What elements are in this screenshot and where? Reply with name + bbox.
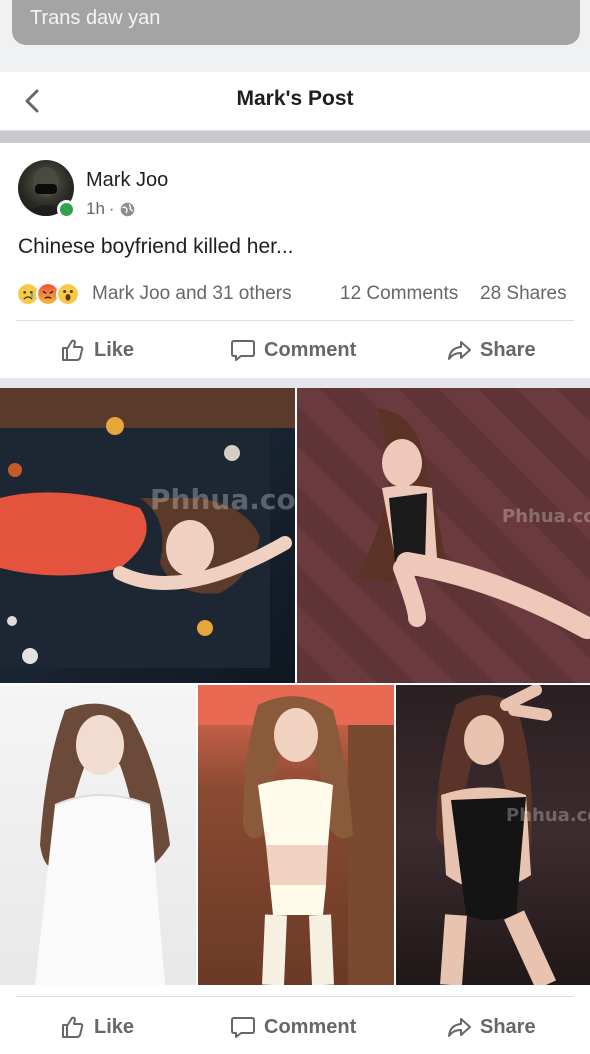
- like-label: Like: [94, 338, 135, 361]
- comment-button[interactable]: Comment: [230, 325, 356, 375]
- photo-3-image: [35, 703, 170, 985]
- shares-count[interactable]: 28 Shares: [480, 283, 567, 305]
- comments-count[interactable]: 12 Comments: [340, 283, 458, 305]
- comment-label: Comment: [264, 1015, 357, 1038]
- reaction-icons: [16, 282, 88, 306]
- action-bar-bottom: Like Comment Share: [0, 1002, 590, 1052]
- share-label: Share: [480, 1015, 536, 1038]
- comment-icon: [231, 340, 255, 361]
- top-input-field[interactable]: Trans daw yan: [12, 0, 580, 45]
- share-button[interactable]: Share: [446, 1002, 536, 1052]
- meta-separator: ·: [108, 199, 115, 218]
- online-status-dot: [57, 200, 76, 219]
- share-icon: [448, 341, 471, 360]
- section-gap: [0, 378, 590, 388]
- reactions-summary[interactable]: Mark Joo and 31 others 12 Comments 28 Sh…: [16, 280, 576, 308]
- watermark: Phhua.com: [150, 483, 295, 516]
- thumbs-up-icon: [62, 339, 84, 361]
- divider: [16, 996, 574, 997]
- share-button[interactable]: Share: [446, 325, 536, 375]
- photo-5[interactable]: Phhua.com: [396, 685, 590, 985]
- photo-5-image: [436, 685, 557, 985]
- section-separator: [0, 131, 590, 143]
- comment-button[interactable]: Comment: [230, 1002, 356, 1052]
- photo-3[interactable]: [0, 685, 196, 985]
- page-title: Mark's Post: [236, 87, 354, 110]
- post-text: Chinese boyfriend killed her...: [18, 235, 294, 258]
- reaction-names[interactable]: Mark Joo and 31 others: [92, 283, 292, 305]
- watermark: Phhua.com: [502, 506, 590, 527]
- photo-1-image: [0, 388, 295, 668]
- thumbs-up-icon: [62, 1016, 84, 1038]
- like-button[interactable]: Like: [60, 1002, 134, 1052]
- watermark: Phhua.com: [506, 805, 590, 826]
- photo-1[interactable]: Phhua.com: [0, 388, 295, 683]
- post-meta: 1h ·: [86, 199, 136, 219]
- photo-2[interactable]: Phhua.com: [297, 388, 590, 683]
- share-label: Share: [480, 338, 536, 361]
- action-bar-top: Like Comment Share: [0, 325, 590, 375]
- post-header: Mark's Post: [0, 72, 590, 131]
- wow-reaction-icon: [56, 282, 80, 306]
- globe-icon: [120, 202, 134, 216]
- top-input-text: Trans daw yan: [30, 7, 161, 29]
- like-button[interactable]: Like: [60, 325, 134, 375]
- post-card: Mark Joo 1h · Chinese boyfriend killed h…: [0, 143, 590, 1054]
- author-name[interactable]: Mark Joo: [86, 169, 168, 192]
- like-label: Like: [94, 1015, 135, 1038]
- divider: [16, 320, 574, 321]
- post-time[interactable]: 1h: [86, 199, 105, 219]
- comment-icon: [231, 1017, 255, 1038]
- photo-4-image: [198, 685, 394, 985]
- share-icon: [448, 1018, 471, 1037]
- photo-grid: Phhua.com Phhua.com: [0, 388, 590, 985]
- comment-label: Comment: [264, 338, 357, 361]
- photo-2-image: [357, 408, 590, 639]
- photo-4[interactable]: [198, 685, 394, 985]
